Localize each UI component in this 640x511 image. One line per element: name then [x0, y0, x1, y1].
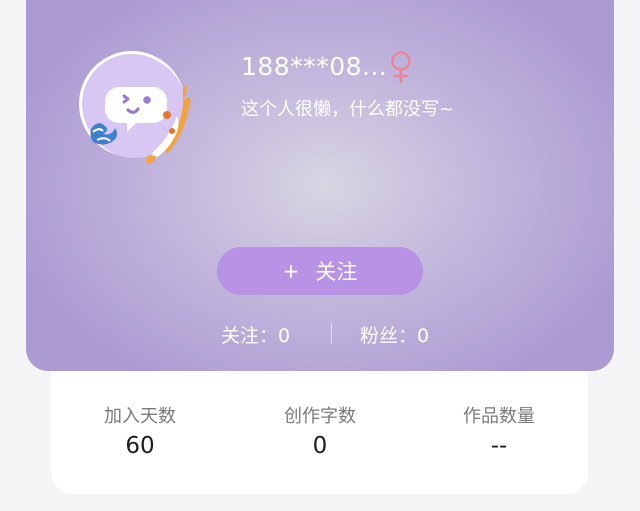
- fans-count[interactable]: 粉丝：0: [360, 321, 429, 348]
- following-value: 0: [278, 325, 291, 347]
- follow-button-label: 关注: [315, 260, 358, 284]
- fans-value: 0: [417, 325, 430, 347]
- avatar-koi-chat-icon: [84, 56, 191, 164]
- join-days-value: 60: [125, 433, 155, 459]
- profile-page: 188***08... 这个人很懒，什么都没写~ + 关注 关注：0 粉丝：0 …: [0, 0, 640, 511]
- following-label: 关注：: [221, 325, 279, 347]
- username: 188***08...: [241, 52, 388, 81]
- following-count[interactable]: 关注：0: [221, 321, 290, 348]
- user-bio: 这个人很懒，什么都没写~: [241, 99, 455, 120]
- word-count-label: 创作字数: [284, 406, 356, 427]
- works-count-label: 作品数量: [463, 406, 535, 427]
- works-count-value: --: [490, 433, 508, 459]
- plus-icon: +: [282, 259, 300, 283]
- word-count-value: 0: [312, 433, 328, 459]
- word-count-stat: 创作字数 0: [250, 405, 390, 461]
- works-count-stat: 作品数量 --: [429, 405, 569, 461]
- join-days-stat: 加入天数 60: [70, 405, 210, 461]
- join-days-label: 加入天数: [104, 406, 176, 427]
- female-symbol-icon: [391, 51, 411, 84]
- avatar[interactable]: [79, 51, 191, 164]
- stats-card: 加入天数 60 创作字数 0 作品数量 --: [51, 371, 588, 494]
- stat-divider: [331, 322, 332, 344]
- follow-button[interactable]: + 关注: [217, 247, 423, 295]
- fans-label: 粉丝：: [360, 325, 418, 347]
